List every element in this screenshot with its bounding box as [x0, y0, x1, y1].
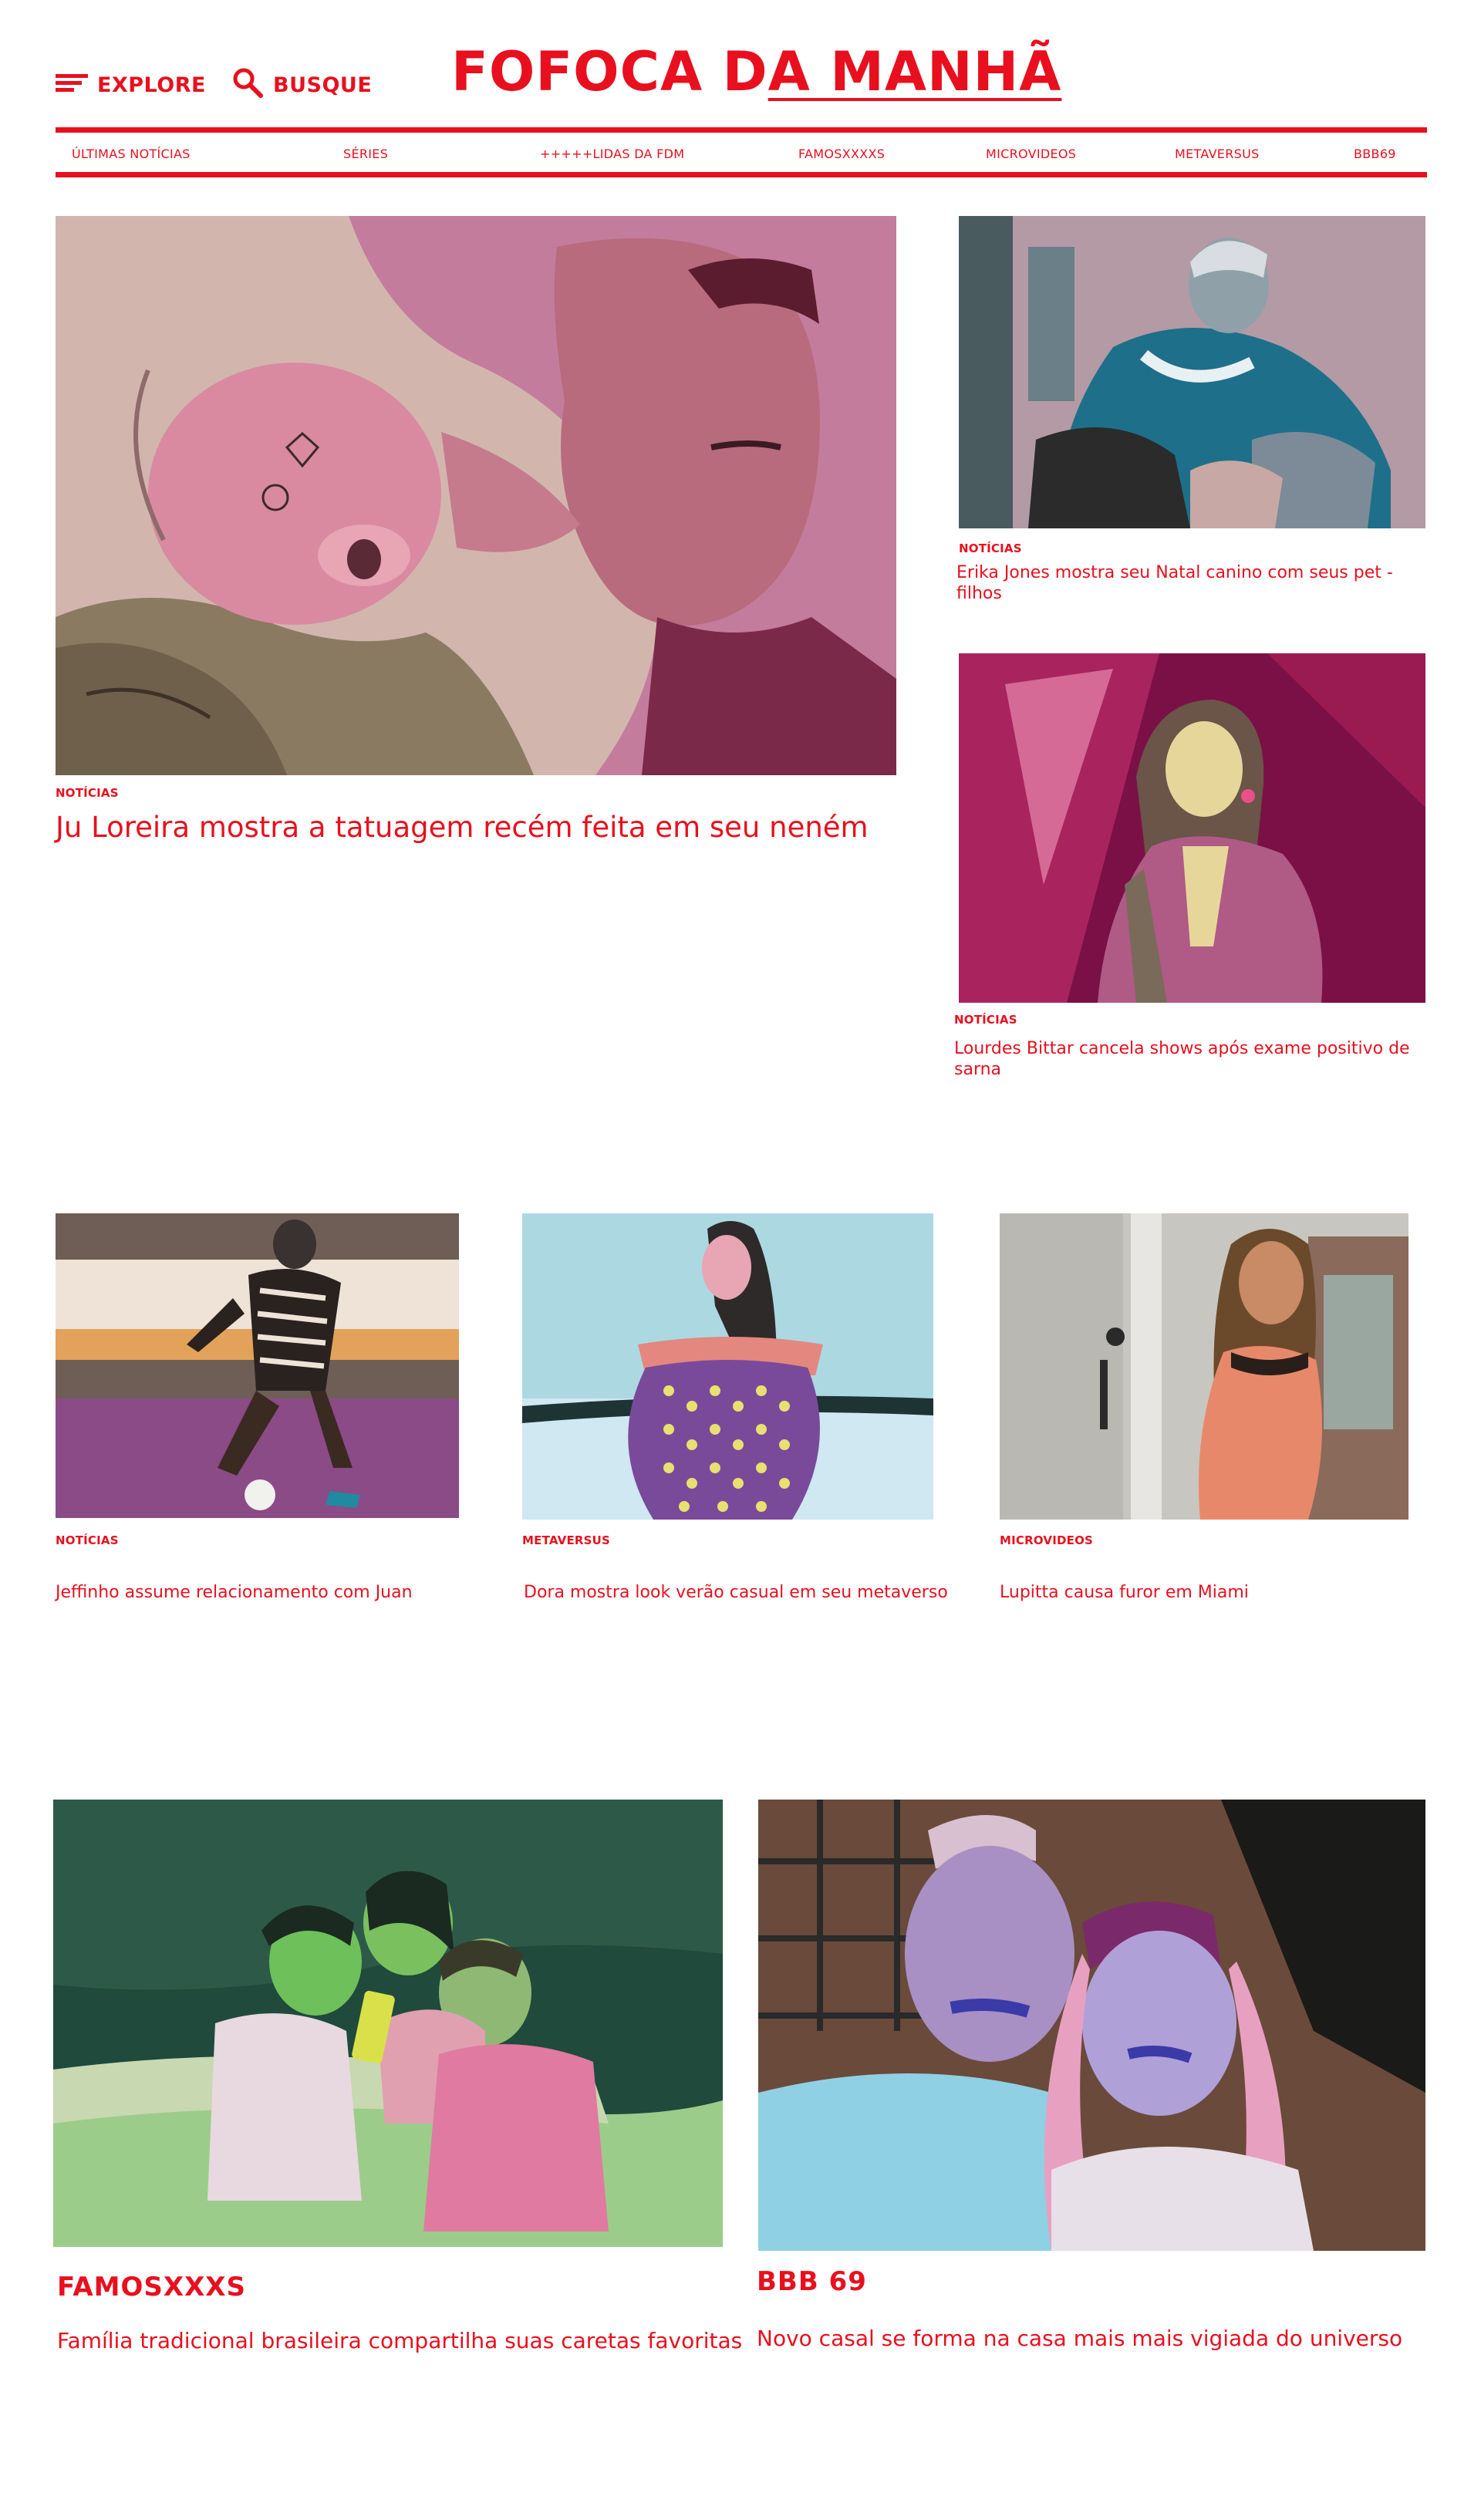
row1-image[interactable]: [56, 1213, 459, 1518]
search-icon: [231, 66, 264, 104]
site-logo[interactable]: FOFOCA DA MANHÃ: [451, 40, 1061, 103]
nav-item-metaversus[interactable]: METAVERSUS: [1175, 147, 1260, 161]
nav-top-rule: [56, 127, 1427, 133]
search-button[interactable]: BUSQUE: [231, 66, 372, 104]
big2-title[interactable]: Novo casal se forma na casa mais mais vi…: [757, 2326, 1435, 2352]
hero-title[interactable]: Ju Loreira mostra a tatuagem recém feita…: [56, 810, 904, 845]
explore-button[interactable]: EXPLORE: [56, 71, 206, 100]
nav-bottom-rule: [56, 172, 1427, 177]
hero-image[interactable]: [56, 216, 896, 775]
side1-title[interactable]: Erika Jones mostra seu Natal canino com …: [956, 563, 1435, 605]
row2-title[interactable]: Dora mostra look verão casual em seu met…: [524, 1583, 956, 1604]
nav-item-bbb69[interactable]: BBB69: [1354, 147, 1396, 161]
row3-title[interactable]: Lupitta causa furor em Miami: [1000, 1583, 1432, 1604]
side1-category[interactable]: NOTÍCIAS: [959, 541, 1022, 555]
nav-item-famosxxxxs[interactable]: FAMOSXXXXS: [798, 147, 885, 161]
search-label: BUSQUE: [273, 73, 373, 97]
logo-part1: FOFOCA D: [451, 40, 768, 103]
big1-image[interactable]: [53, 1800, 723, 2247]
hero-category[interactable]: NOTÍCIAS: [56, 786, 119, 800]
big1-category[interactable]: FAMOSXXXS: [57, 2272, 246, 2302]
big2-category[interactable]: BBB 69: [757, 2266, 867, 2297]
side2-title[interactable]: Lourdes Bittar cancela shows após exame …: [954, 1039, 1432, 1081]
nav-item-lidas[interactable]: +++++LIDAS DA FDM: [540, 147, 684, 161]
nav-item-ultimas-noticias[interactable]: ÚLTIMAS NOTÍCIAS: [72, 147, 191, 161]
nav-item-series[interactable]: SÉRIES: [343, 147, 388, 161]
explore-label: EXPLORE: [97, 73, 206, 97]
nav-item-microvideos[interactable]: MICROVIDEOS: [986, 147, 1076, 161]
row3-category[interactable]: MICROVIDEOS: [1000, 1533, 1093, 1547]
row3-image[interactable]: [1000, 1213, 1408, 1520]
side1-image[interactable]: [959, 216, 1425, 528]
big2-image[interactable]: [758, 1800, 1425, 2251]
row1-title[interactable]: Jeffinho assume relacionamento com Juan: [56, 1583, 472, 1604]
row2-category[interactable]: METAVERSUS: [522, 1533, 610, 1547]
side2-category[interactable]: NOTÍCIAS: [954, 1013, 1017, 1027]
side2-image[interactable]: [959, 653, 1425, 1003]
logo-part2: A MANHÃ: [767, 40, 1062, 103]
menu-icon: [56, 71, 88, 100]
row1-category[interactable]: NOTÍCIAS: [56, 1533, 119, 1547]
row2-image[interactable]: [522, 1213, 933, 1520]
big1-title[interactable]: Família tradicional brasileira compartil…: [57, 2328, 751, 2354]
